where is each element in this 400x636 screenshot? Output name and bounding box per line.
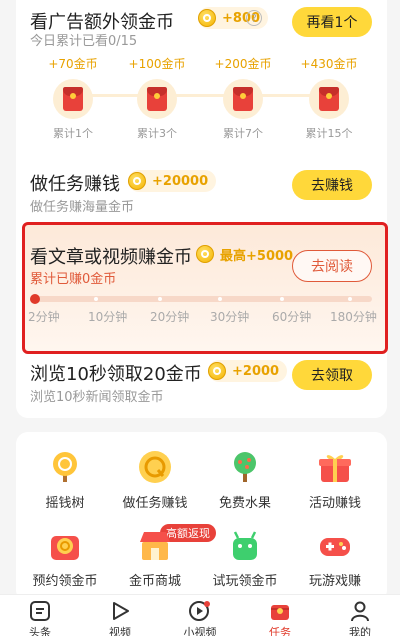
short-video-icon <box>160 599 240 623</box>
gamepad-icon <box>318 528 352 562</box>
milestone-item[interactable]: +430金币 累计15个 <box>294 55 364 141</box>
nav-label: 任务 <box>269 626 291 636</box>
milestone-item[interactable]: +200金币 累计7个 <box>208 55 278 141</box>
grid-item-task-earn[interactable]: 做任务赚钱 <box>110 450 200 511</box>
grid-label: 摇钱树 <box>45 496 85 511</box>
red-envelope-icon <box>53 79 93 119</box>
grid-item-free-fruit[interactable]: 免费水果 <box>200 450 290 511</box>
reserve-coin-icon <box>48 528 82 562</box>
red-envelope-icon <box>137 79 177 119</box>
gift-box-icon <box>318 450 352 484</box>
browse-title: 浏览10秒领取20金币 <box>30 364 202 385</box>
grid-label: 玩游戏赚 <box>308 574 361 589</box>
grid-item-money-tree[interactable]: 摇钱树 <box>20 450 110 511</box>
task-earn-reward-value: +20000 <box>152 173 209 189</box>
money-tree-icon <box>48 450 82 484</box>
coin-task-icon <box>138 450 172 484</box>
profile-icon <box>320 599 400 623</box>
headline-icon <box>0 599 80 623</box>
help-glyph: ? <box>251 11 257 25</box>
grid-label: 金币商城 <box>128 574 181 589</box>
grid-item-trial[interactable]: 试玩领金币 <box>200 528 290 589</box>
nav-item-profile[interactable]: 我的 <box>320 599 400 636</box>
milestone-label: 累计1个 <box>53 127 93 140</box>
milestone-label: 累计3个 <box>137 127 177 140</box>
red-envelope-icon <box>309 79 349 119</box>
android-robot-icon <box>228 528 262 562</box>
extra-ad-subtitle: 今日累计已看0/15 <box>30 34 138 49</box>
grid-item-reserve[interactable]: 预约领金币 <box>20 528 110 589</box>
grid-item-shop[interactable]: 金币商城 <box>110 528 200 589</box>
nav-item-headline[interactable]: 头条 <box>0 599 80 636</box>
browse-reward: +2000 <box>208 360 288 382</box>
coin-icon <box>128 172 146 190</box>
nav-item-video[interactable]: 视频 <box>80 599 160 636</box>
milestone-label: 累计7个 <box>223 127 263 140</box>
coin-icon <box>208 362 226 380</box>
browse-reward-value: +2000 <box>232 363 280 379</box>
grid-item-activity[interactable]: 活动赚钱 <box>290 450 380 511</box>
nav-label: 小视频 <box>183 626 217 636</box>
task-icon <box>240 599 320 623</box>
bottom-nav: 头条 视频 小视频 任务 我的 <box>0 594 400 636</box>
task-earn-reward: +20000 <box>128 170 217 192</box>
help-icon[interactable]: ? <box>246 10 262 26</box>
task-earn-title: 做任务赚钱 <box>30 174 120 195</box>
browse-subtitle: 浏览10秒新闻领取金币 <box>30 390 164 405</box>
nav-item-task[interactable]: 任务 <box>240 599 320 636</box>
go-earn-button[interactable]: 去赚钱 <box>292 170 372 200</box>
red-envelope-icon <box>223 79 263 119</box>
milestone-amount: +430金币 <box>300 57 358 71</box>
watch-ad-button[interactable]: 再看1个 <box>292 7 372 37</box>
shop-icon <box>138 528 172 562</box>
highlight-box <box>22 222 388 354</box>
nav-label: 我的 <box>349 626 371 636</box>
task-earn-subtitle: 做任务赚海量金币 <box>30 200 135 215</box>
grid-label: 预约领金币 <box>32 574 98 589</box>
grid-label: 做任务赚钱 <box>122 496 188 511</box>
nav-item-short-video[interactable]: 小视频 <box>160 599 240 636</box>
grid-label: 试玩领金币 <box>212 574 278 589</box>
milestone-label: 累计15个 <box>305 127 353 140</box>
nav-label: 头条 <box>29 626 51 636</box>
go-claim-button[interactable]: 去领取 <box>292 360 372 390</box>
milestone-amount: +100金币 <box>128 57 186 71</box>
fruit-tree-icon <box>228 450 262 484</box>
milestone-amount: +70金币 <box>48 57 98 71</box>
milestone-item[interactable]: +100金币 累计3个 <box>122 55 192 141</box>
grid-label: 活动赚钱 <box>308 496 361 511</box>
grid-label: 免费水果 <box>218 496 271 511</box>
play-icon <box>80 599 160 623</box>
grid-item-games[interactable]: 玩游戏赚 <box>290 528 380 589</box>
milestone-item[interactable]: +70金币 累计1个 <box>38 55 108 141</box>
coin-icon <box>198 9 216 27</box>
milestone-amount: +200金币 <box>214 57 272 71</box>
nav-label: 视频 <box>109 626 131 636</box>
